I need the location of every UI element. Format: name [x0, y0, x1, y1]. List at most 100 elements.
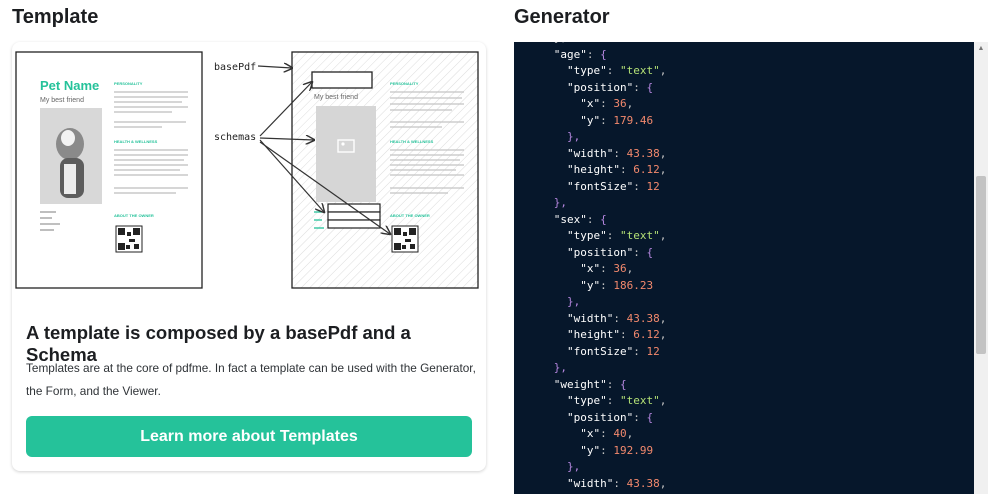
- code-editor[interactable]: }, "age": { "type": "text", "position": …: [514, 42, 988, 494]
- code-line: "fontSize": 12: [514, 179, 666, 196]
- code-token: },: [553, 196, 567, 209]
- template-title: Template: [12, 6, 99, 28]
- code-token: :: [600, 443, 614, 457]
- code-token: "position": [566, 410, 634, 424]
- code-token: :: [633, 245, 647, 259]
- code-token: "y": [580, 113, 601, 127]
- code-token: "x": [580, 262, 601, 275]
- code-token: {: [600, 212, 607, 226]
- code-line: "x": 36,: [514, 261, 666, 278]
- code-token: :: [600, 427, 614, 440]
- template-card: Pet Name My best friend PERSONALITY HEAL…: [12, 42, 486, 471]
- code-line: "y": 192.99: [514, 443, 666, 460]
- right-document: My best friend PERSONALITY HEALTH & WELL…: [291, 51, 479, 289]
- code-token: 12: [646, 344, 660, 358]
- right-section-health: HEALTH & WELLNESS: [390, 139, 434, 144]
- code-token: "sex": [553, 212, 587, 226]
- code-line: "type": "text",: [514, 393, 666, 410]
- code-token: "age": [553, 47, 587, 61]
- code-token: "fontSize": [566, 344, 634, 358]
- code-token: "position": [566, 80, 634, 94]
- code-token: :: [600, 113, 614, 127]
- code-scrollbar[interactable]: ▲: [974, 42, 988, 494]
- code-token: "weight": [553, 377, 607, 391]
- code-token: {: [619, 377, 627, 391]
- code-token: "text": [619, 229, 660, 242]
- code-token: :: [633, 410, 647, 424]
- code-token: "type": [566, 229, 607, 242]
- pet-photo: [40, 108, 102, 204]
- card-description: Templates are at the core of pdfme. In f…: [26, 361, 476, 398]
- code-token: :: [600, 97, 614, 110]
- code-token: 6.12: [633, 328, 660, 341]
- schemas-label: schemas: [214, 132, 256, 143]
- code-token: :: [633, 179, 647, 193]
- code-token: :: [600, 278, 614, 292]
- code-token: "width": [566, 311, 614, 325]
- code-token: },: [566, 460, 581, 473]
- code-token: ,: [659, 229, 667, 242]
- code-token: ,: [659, 64, 667, 77]
- right-qr-code: [391, 225, 419, 253]
- code-token: "x": [580, 97, 601, 110]
- code-line: "x": 36,: [514, 96, 666, 113]
- code-token: 43.38: [626, 311, 660, 325]
- scroll-up-arrow-icon[interactable]: ▲: [974, 42, 988, 56]
- code-token: ,: [626, 427, 634, 440]
- code-token: 179.46: [613, 113, 654, 127]
- code-line: "age": {: [514, 47, 666, 64]
- code-line: "height": 6.12,: [514, 327, 666, 344]
- code-token: "width": [566, 146, 614, 160]
- code-token: 36: [613, 97, 627, 110]
- code-line: "height": 6.12,: [514, 162, 666, 179]
- schema-subtitle-text: My best friend: [314, 94, 358, 101]
- code-token: "position": [566, 245, 634, 259]
- code-token: },: [566, 295, 581, 308]
- code-token: "y": [580, 443, 601, 457]
- code-token: :: [586, 47, 601, 61]
- code-token: ,: [659, 476, 667, 490]
- code-token: {: [600, 47, 607, 61]
- code-line: },: [514, 129, 666, 146]
- code-token: :: [586, 212, 601, 226]
- code-token: ,: [659, 163, 667, 176]
- pet-subtitle-text: My best friend: [40, 97, 84, 104]
- pet-name-text: Pet Name: [40, 78, 99, 93]
- template-illustration: Pet Name My best friend PERSONALITY HEAL…: [15, 51, 479, 289]
- code-token: ,: [626, 262, 634, 275]
- code-line: },: [514, 294, 666, 311]
- code-content: }, "age": { "type": "text", "position": …: [514, 42, 667, 492]
- scroll-thumb[interactable]: [976, 176, 986, 354]
- code-token: 43.38: [626, 146, 660, 160]
- left-section-personality: PERSONALITY: [114, 81, 143, 86]
- code-token: :: [613, 311, 627, 325]
- code-token: :: [633, 80, 647, 94]
- code-token: :: [613, 476, 627, 490]
- generator-title: Generator: [514, 6, 610, 28]
- code-token: },: [514, 42, 567, 44]
- code-token: },: [553, 361, 567, 374]
- learn-more-templates-button[interactable]: Learn more about Templates: [26, 416, 472, 457]
- right-section-personality: PERSONALITY: [390, 81, 419, 86]
- code-token: {: [646, 410, 654, 424]
- code-token: :: [613, 146, 627, 160]
- code-token: ,: [626, 97, 634, 110]
- code-token: ,: [659, 394, 667, 407]
